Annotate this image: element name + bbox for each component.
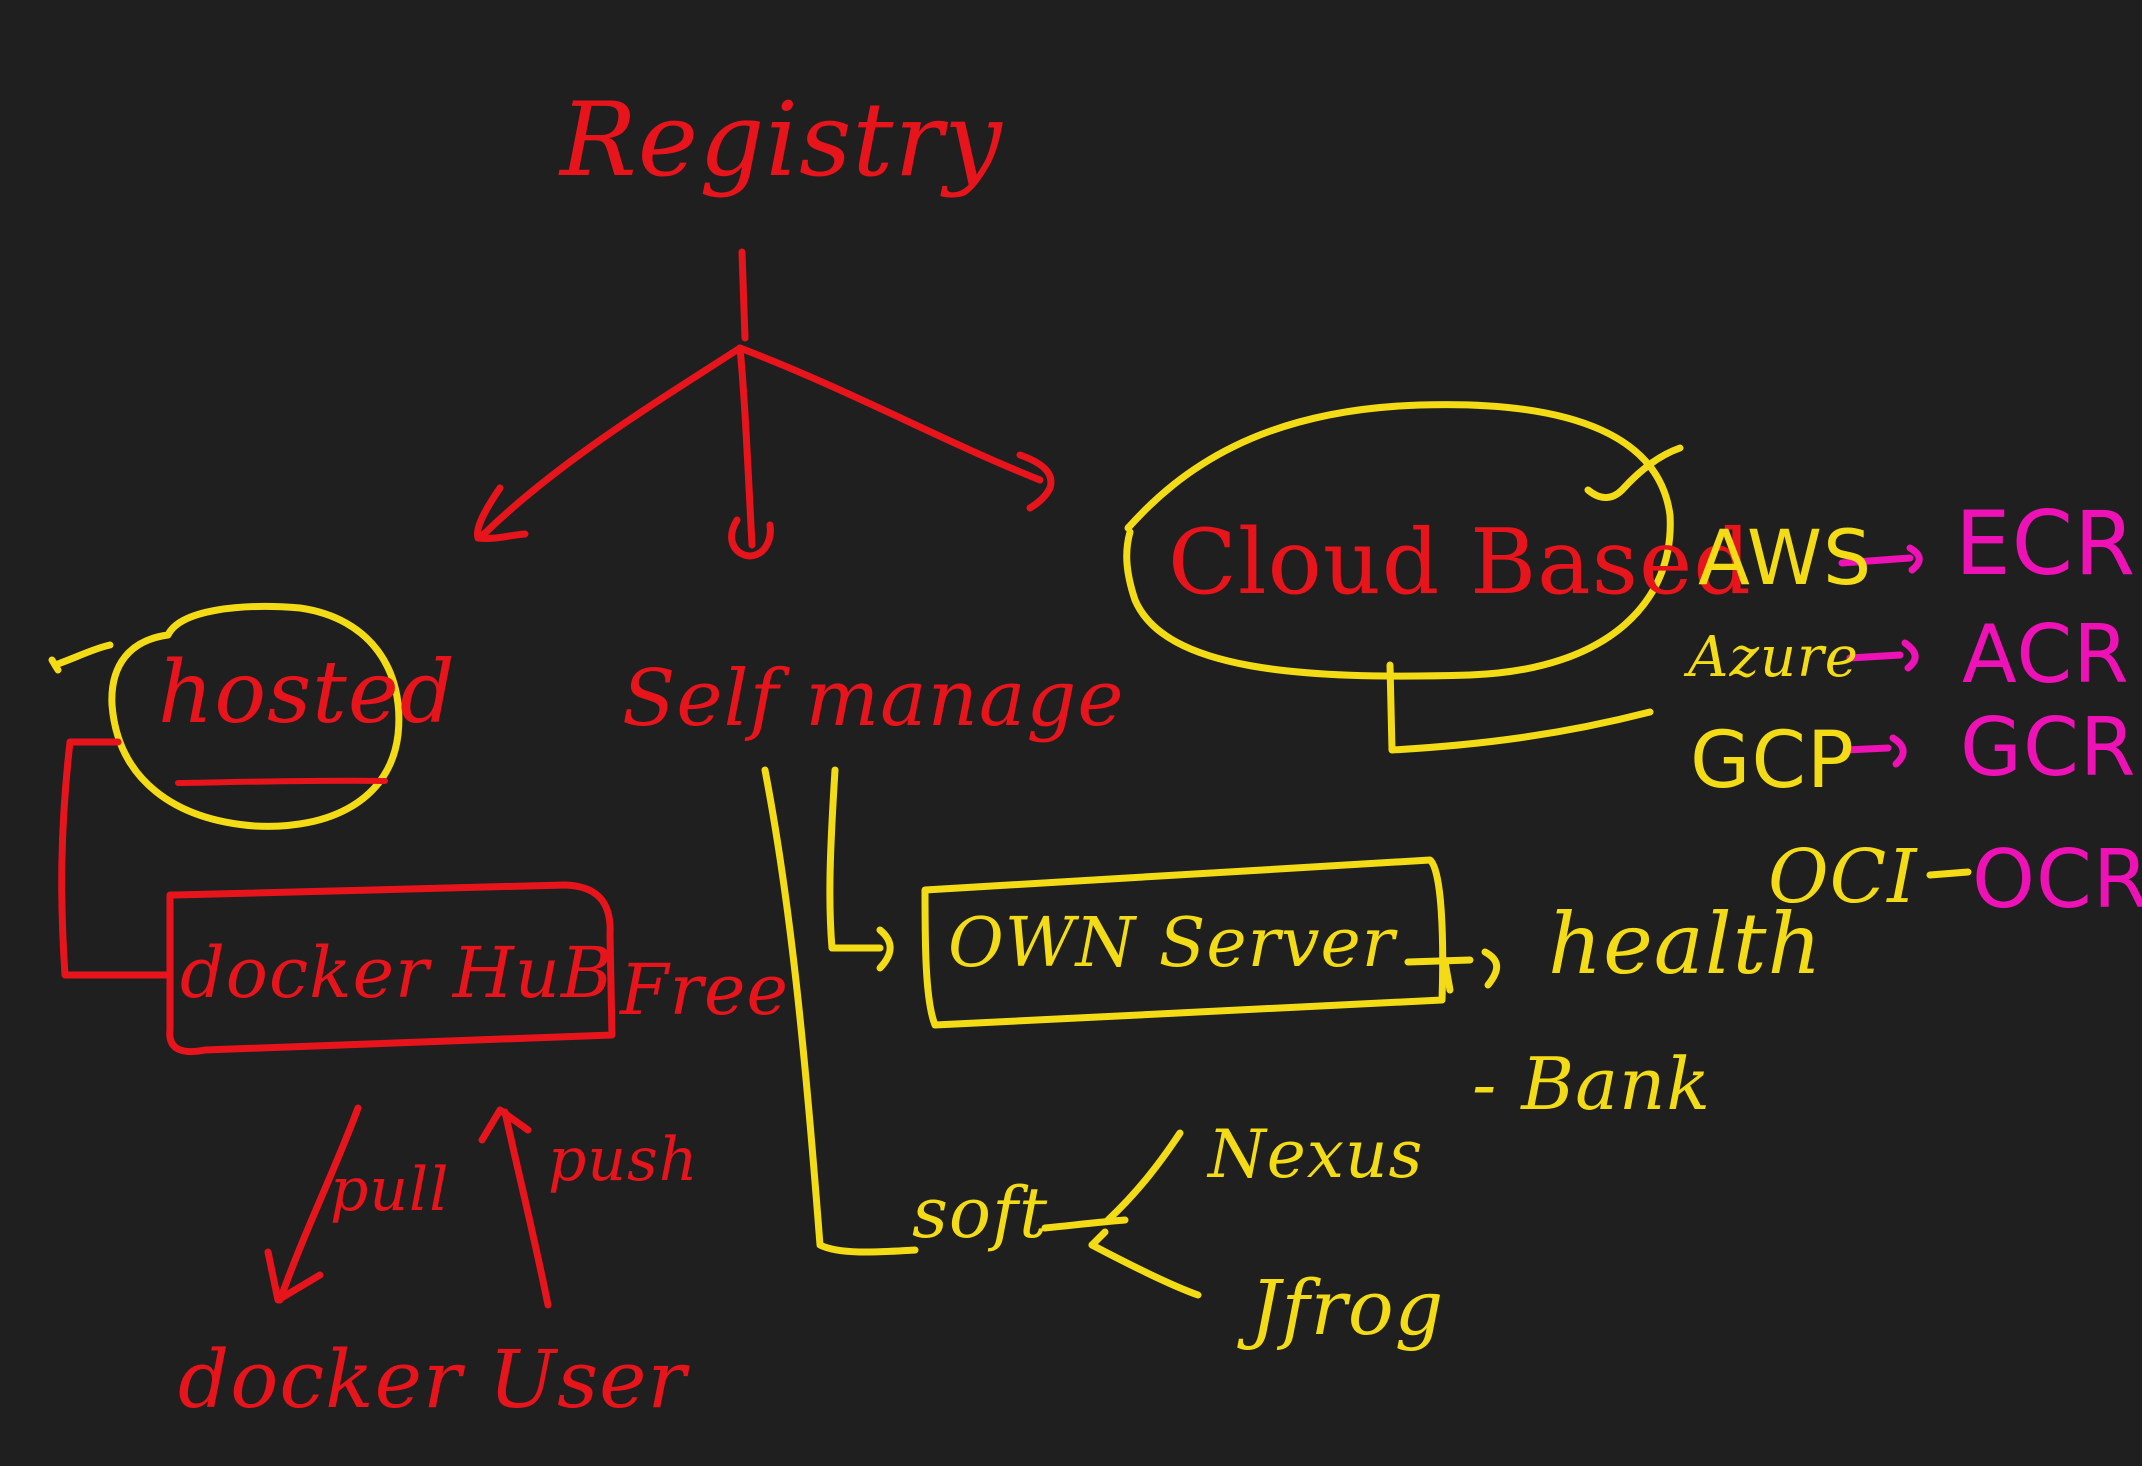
- push-arrow: [478, 1106, 552, 1309]
- whiteboard-canvas: Registry hosted Self manage Cloud Based …: [0, 0, 2142, 1466]
- jfrog-label: Jfrog: [1250, 1263, 1445, 1352]
- nexus-label: Nexus: [1208, 1116, 1424, 1193]
- own-server-to-health-arrow: [1404, 948, 1501, 994]
- own-server-label: OWN Server: [948, 904, 1396, 983]
- push-label: push: [548, 1125, 699, 1195]
- docker-hub-label: docker HuB: [180, 932, 614, 1014]
- azure-label: Azure: [1688, 625, 1859, 690]
- hosted-label: hosted: [158, 643, 456, 743]
- hosted-underline: [175, 777, 388, 786]
- azure-to-acr-arrow: [1846, 639, 1919, 672]
- gcr-label: GCR: [1960, 701, 2137, 794]
- oci-label: OCI: [1768, 834, 1918, 920]
- aws-label: AWS: [1698, 513, 1873, 602]
- docker-user-label: docker User: [178, 1333, 687, 1426]
- pull-label: pull: [330, 1155, 450, 1225]
- gcp-label: GCP: [1690, 716, 1855, 806]
- registry-tree-connector: [479, 248, 1044, 549]
- bank-label: - Bank: [1472, 1042, 1712, 1126]
- hosted-to-dockerhub-connector: [58, 738, 174, 979]
- soft-tools-connector: [1041, 1129, 1202, 1299]
- registry-title: Registry: [560, 81, 1003, 200]
- self-manage-label: Self manage: [622, 654, 1125, 744]
- soft-label: soft: [912, 1172, 1049, 1254]
- acr-label: ACR: [1962, 608, 2130, 701]
- oci-to-ocr-arrow: [1926, 868, 1972, 879]
- ocr-label: OCR: [1972, 833, 2142, 926]
- cloud-based-label: Cloud Based: [1168, 510, 1752, 615]
- ecr-label: ECR: [1955, 492, 2137, 595]
- free-label: Free: [620, 949, 789, 1031]
